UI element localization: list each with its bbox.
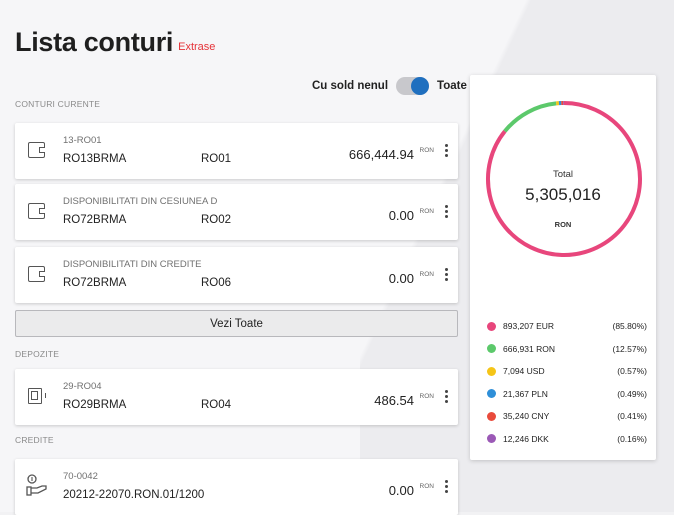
legend-dot (487, 322, 496, 331)
statements-link[interactable]: Extrase (178, 41, 215, 53)
account-card[interactable]: DISPONIBILITATI DIN CESIUNEA D RO72BRMA … (15, 184, 458, 240)
legend-percent: (12.57%) (613, 344, 648, 354)
balance-filter: Cu sold nenul Toate (312, 77, 467, 95)
deposit-iban: RO29BRMA (63, 399, 126, 411)
legend-dot (487, 367, 496, 376)
credit-code: 70-0042 (63, 471, 98, 482)
deposit-suffix: RO04 (201, 399, 231, 411)
section-label-deposits: DEPOZITE (15, 349, 59, 359)
legend-dot (487, 412, 496, 421)
total-label: Total (470, 169, 656, 180)
legend-percent: (0.16%) (617, 434, 647, 444)
account-suffix: RO02 (201, 214, 231, 226)
more-vertical-icon[interactable] (442, 268, 450, 284)
legend-dot (487, 434, 496, 443)
deposit-balance: 486.54 (374, 393, 414, 408)
legend-item: 35,240 CNY (0.41%) (487, 405, 647, 428)
account-balance: 0.00 (389, 271, 414, 286)
account-suffix: RO06 (201, 277, 231, 289)
balance-filter-toggle[interactable] (396, 77, 429, 95)
credit-currency: RON (420, 483, 434, 490)
legend-dot (487, 389, 496, 398)
legend-amount: 21,367 PLN (503, 389, 617, 399)
deposit-card[interactable]: 29-RO04 RO29BRMA RO04 486.54 RON (15, 369, 458, 425)
more-vertical-icon[interactable] (442, 205, 450, 221)
safe-icon (28, 388, 42, 404)
wallet-icon (28, 142, 45, 158)
filter-label-nonzero[interactable]: Cu sold nenul (312, 80, 388, 92)
legend-dot (487, 344, 496, 353)
account-code: DISPONIBILITATI DIN CESIUNEA D (63, 196, 217, 207)
legend-amount: 35,240 CNY (503, 411, 617, 421)
credit-balance: 0.00 (389, 483, 414, 498)
legend-item: 893,207 EUR (85.80%) (487, 315, 647, 338)
legend-item: 7,094 USD (0.57%) (487, 360, 647, 383)
wallet-icon (28, 266, 45, 282)
account-currency: RON (420, 208, 434, 215)
account-currency: RON (420, 147, 434, 154)
legend-percent: (0.57%) (617, 366, 647, 376)
section-label-current: CONTURI CURENTE (15, 99, 100, 109)
legend-item: 12,246 DKK (0.16%) (487, 428, 647, 451)
account-iban: RO72BRMA (63, 277, 126, 289)
legend-amount: 12,246 DKK (503, 434, 617, 444)
currency-legend: 893,207 EUR (85.80%) 666,931 RON (12.57%… (487, 315, 647, 450)
account-iban: RO13BRMA (63, 153, 126, 165)
account-suffix: RO01 (201, 153, 231, 165)
legend-item: 21,367 PLN (0.49%) (487, 383, 647, 406)
section-label-credits: CREDITE (15, 435, 54, 445)
loan-hand-icon (25, 473, 49, 497)
deposit-code: 29-RO04 (63, 381, 102, 392)
account-iban: RO72BRMA (63, 214, 126, 226)
account-card[interactable]: 13-RO01 RO13BRMA RO01 666,444.94 RON (15, 123, 458, 179)
toggle-knob (411, 77, 429, 95)
credit-contract: 20212-22070.RON.01/1200 (63, 489, 204, 501)
account-card[interactable]: DISPONIBILITATI DIN CREDITE RO72BRMA RO0… (15, 247, 458, 303)
account-balance: 0.00 (389, 208, 414, 223)
credit-card[interactable]: 70-0042 20212-22070.RON.01/1200 0.00 RON (15, 459, 458, 515)
account-code: 13-RO01 (63, 135, 102, 146)
donut-segment-1 (505, 103, 556, 131)
legend-amount: 893,207 EUR (503, 321, 613, 331)
page-title: Lista conturi (15, 27, 173, 58)
more-vertical-icon[interactable] (442, 144, 450, 160)
legend-percent: (0.49%) (617, 389, 647, 399)
see-all-button[interactable]: Vezi Toate (15, 310, 458, 337)
legend-percent: (0.41%) (617, 411, 647, 421)
deposit-currency: RON (420, 393, 434, 400)
more-vertical-icon[interactable] (442, 390, 450, 406)
wallet-icon (28, 203, 45, 219)
more-vertical-icon[interactable] (442, 480, 450, 496)
legend-percent: (85.80%) (613, 321, 648, 331)
account-balance: 666,444.94 (349, 147, 414, 162)
filter-label-all[interactable]: Toate (437, 80, 467, 92)
account-currency: RON (420, 271, 434, 278)
legend-item: 666,931 RON (12.57%) (487, 338, 647, 361)
page-header: Lista conturi Extrase (15, 27, 215, 58)
total-value: 5,305,016 (470, 185, 656, 205)
balance-summary-panel: Total 5,305,016 RON 893,207 EUR (85.80%)… (470, 75, 656, 460)
legend-amount: 666,931 RON (503, 344, 613, 354)
account-code: DISPONIBILITATI DIN CREDITE (63, 259, 201, 270)
total-currency: RON (470, 220, 656, 229)
legend-amount: 7,094 USD (503, 366, 617, 376)
